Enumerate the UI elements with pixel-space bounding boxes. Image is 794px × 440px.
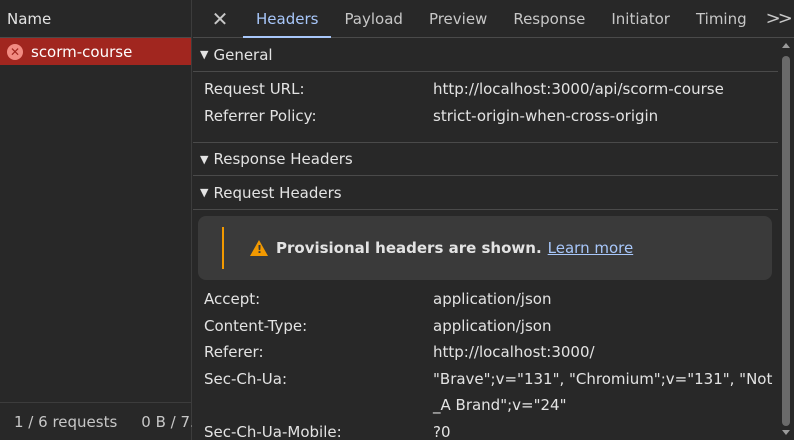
header-row: Content-Type: application/json (193, 313, 778, 340)
header-value[interactable]: application/json (433, 313, 773, 340)
name-column-header[interactable]: Name (0, 0, 191, 38)
header-key: Referrer Policy: (204, 106, 317, 125)
response-headers-section-header[interactable]: ▼ Response Headers (193, 142, 778, 176)
header-row: Sec-Ch-Ua-Mobile: ?0 (193, 419, 778, 440)
vertical-scrollbar[interactable] (778, 38, 794, 440)
response-headers-title: Response Headers (213, 150, 353, 168)
header-key: Content-Type: (204, 316, 308, 335)
scroll-down-arrow-icon[interactable] (782, 430, 790, 435)
header-value[interactable]: application/json (433, 286, 773, 313)
header-row: Referer: http://localhost:3000/ (193, 339, 778, 366)
request-count: 1 / 6 requests (14, 412, 118, 431)
tab-preview[interactable]: Preview (416, 0, 500, 37)
tab-payload[interactable]: Payload (331, 0, 416, 37)
request-details-pane: ✕ Headers Payload Preview Response Initi… (193, 0, 794, 440)
tab-initiator[interactable]: Initiator (598, 0, 683, 37)
header-row: Accept: application/json (193, 286, 778, 313)
status-bar: 1 / 6 requests 0 B / 7.8 (0, 402, 192, 440)
header-row: Request URL: http://localhost:3000/api/s… (193, 76, 778, 103)
header-key: Accept: (204, 290, 261, 308)
header-value[interactable]: "Brave";v="131", "Chromium";v="131", "No… (433, 366, 773, 419)
tab-timing[interactable]: Timing (683, 0, 760, 37)
header-key: Request URL: (204, 80, 305, 98)
header-key: Sec-Ch-Ua: (204, 369, 288, 388)
triangle-down-icon: ▼ (200, 48, 209, 61)
scroll-up-arrow-icon[interactable] (782, 43, 790, 48)
headers-content: ▼ General Request URL: http://localhost:… (193, 38, 778, 440)
header-row: Sec-Ch-Ua: "Brave";v="131", "Chromium";v… (193, 366, 778, 419)
header-key: Sec-Ch-Ua-Mobile: (204, 422, 342, 440)
general-section-body: Request URL: http://localhost:3000/api/s… (193, 72, 778, 142)
tab-headers[interactable]: Headers (243, 0, 332, 38)
triangle-down-icon: ▼ (200, 152, 209, 166)
header-value[interactable]: strict-origin-when-cross-origin (433, 103, 773, 130)
request-headers-section-header[interactable]: ▼ Request Headers (193, 176, 778, 210)
scroll-thumb[interactable] (782, 56, 790, 426)
learn-more-link[interactable]: Learn more (548, 239, 634, 257)
warning-icon: ! (250, 240, 268, 256)
request-row-scorm-course[interactable]: ✕ scorm-course (0, 38, 191, 65)
header-row: Referrer Policy: strict-origin-when-cros… (193, 103, 778, 130)
header-value[interactable]: http://localhost:3000/api/scorm-course (433, 76, 773, 103)
close-icon[interactable]: ✕ (205, 0, 235, 37)
transfer-size: 0 B / 7.8 (141, 412, 192, 431)
warning-accent-bar (222, 227, 224, 269)
request-headers-title: Request Headers (213, 183, 342, 202)
chevron-double-right-icon[interactable]: >> (760, 0, 793, 37)
tab-response[interactable]: Response (500, 0, 598, 37)
details-tab-bar: ✕ Headers Payload Preview Response Initi… (193, 0, 794, 38)
general-section-header[interactable]: ▼ General (193, 38, 778, 72)
general-title: General (213, 45, 273, 64)
header-value[interactable]: http://localhost:3000/ (433, 339, 773, 366)
request-headers-body: Accept: application/json Content-Type: a… (193, 286, 778, 440)
header-value[interactable]: ?0 (433, 419, 773, 440)
request-list-pane: Name ✕ scorm-course 1 / 6 requests 0 B /… (0, 0, 192, 440)
provisional-headers-warning: ! Provisional headers are shown. Learn m… (198, 216, 772, 280)
request-name: scorm-course (31, 42, 133, 61)
warning-text: Provisional headers are shown. (276, 239, 542, 257)
name-column-label: Name (7, 9, 52, 28)
error-icon: ✕ (7, 43, 23, 60)
triangle-down-icon: ▼ (200, 186, 209, 199)
header-key: Referer: (204, 343, 264, 361)
